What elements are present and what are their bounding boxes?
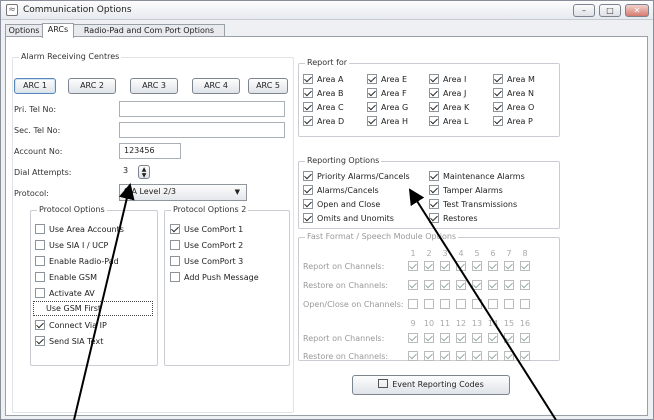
arrow-to-account-number [73, 183, 135, 420]
arrow-to-reporting-options [408, 188, 557, 420]
tab-arcs[interactable]: ARCs [42, 23, 74, 38]
annotation-arrows [73, 183, 557, 420]
